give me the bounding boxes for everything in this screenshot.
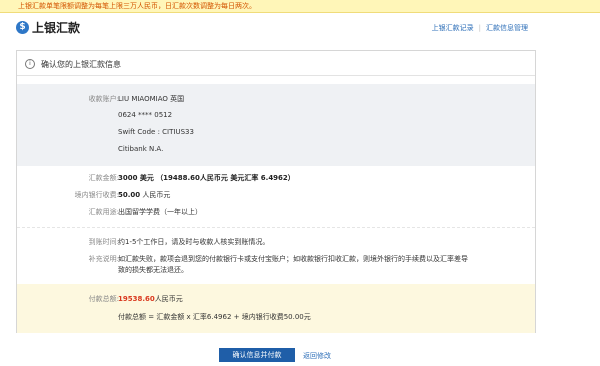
arrival-value: 约1-5个工作日，请及时与收款人核实到账情况。 — [118, 238, 270, 246]
total-amount: 19538.60 — [118, 295, 155, 303]
amount-detail: （19488.60人民币元 美元汇率 6.4962） — [156, 174, 295, 182]
payee-account: 0624 **** 0512 — [118, 111, 173, 119]
payee-swift: Swift Code : CITIUS33 — [118, 128, 194, 136]
card-header: i 确认您的上银汇款信息 — [17, 51, 535, 76]
note-line1: 如汇款失败，款项会退到您的付款银行卡或支付宝账户；如收款银行扣收汇款，则境外银行… — [118, 255, 468, 263]
payee-name: LIU MIAOMIAO 英国 — [118, 95, 185, 103]
card-title: 确认您的上银汇款信息 — [41, 60, 121, 69]
section-divider — [17, 227, 535, 228]
fee-value: 50.00 人民币元 — [118, 190, 170, 200]
payee-section: 收款账户: LIU MIAOMIAO 英国 0624 **** 0512 Swi… — [17, 84, 535, 166]
purpose-value: 出国留学学费（一年以上） — [118, 208, 202, 216]
total-value: 19538.60人民币元 — [118, 294, 183, 304]
total-label: 付款总额: — [88, 295, 119, 303]
total-section: 付款总额: 19538.60人民币元 付款总额 = 汇款金额 x 汇率6.496… — [17, 284, 535, 333]
remittance-records-link[interactable]: 上银汇款记录 — [432, 24, 474, 32]
link-separator: | — [478, 24, 481, 32]
back-edit-link[interactable]: 返回修改 — [303, 351, 331, 361]
amount-main: 3000 美元 — [118, 174, 154, 182]
note-line2: 致的损失都无法退还。 — [118, 266, 188, 274]
header-links: 上银汇款记录 | 汇款信息管理 — [432, 23, 528, 33]
payee-label: 收款账户: — [88, 95, 119, 103]
total-formula: 付款总额 = 汇款金额 x 汇率6.4962 + 境内银行收费50.00元 — [118, 313, 311, 321]
fee-main: 50.00 — [118, 191, 141, 199]
info-icon: i — [25, 59, 35, 69]
dollar-circle-icon: $ — [16, 21, 29, 34]
confirm-card: i 确认您的上银汇款信息 收款账户: LIU MIAOMIAO 英国 0624 … — [16, 50, 536, 333]
remittance-info-management-link[interactable]: 汇款信息管理 — [486, 24, 528, 32]
purpose-label: 汇款用途: — [88, 208, 119, 216]
fee-label: 境内银行收费: — [74, 191, 119, 199]
notice-banner: 上银汇款单笔限额调整为每笔上限三万人民币，日汇款次数调整为每日两次。 — [0, 0, 600, 13]
payee-bank: Citibank N.A. — [118, 145, 164, 153]
total-unit: 人民币元 — [154, 295, 183, 303]
page-title: 上银汇款 — [32, 21, 81, 35]
amount-label: 汇款金额: — [88, 174, 119, 182]
note-label: 补充说明: — [88, 255, 119, 263]
page-header: $ 上银汇款 上银汇款记录 | 汇款信息管理 — [0, 14, 600, 42]
amount-value: 3000 美元 （19488.60人民币元 美元汇率 6.4962） — [118, 173, 295, 183]
arrival-label: 到账时间: — [88, 238, 119, 246]
fee-unit: 人民币元 — [142, 191, 171, 199]
confirm-pay-button[interactable]: 确认信息并付款 — [219, 348, 295, 362]
